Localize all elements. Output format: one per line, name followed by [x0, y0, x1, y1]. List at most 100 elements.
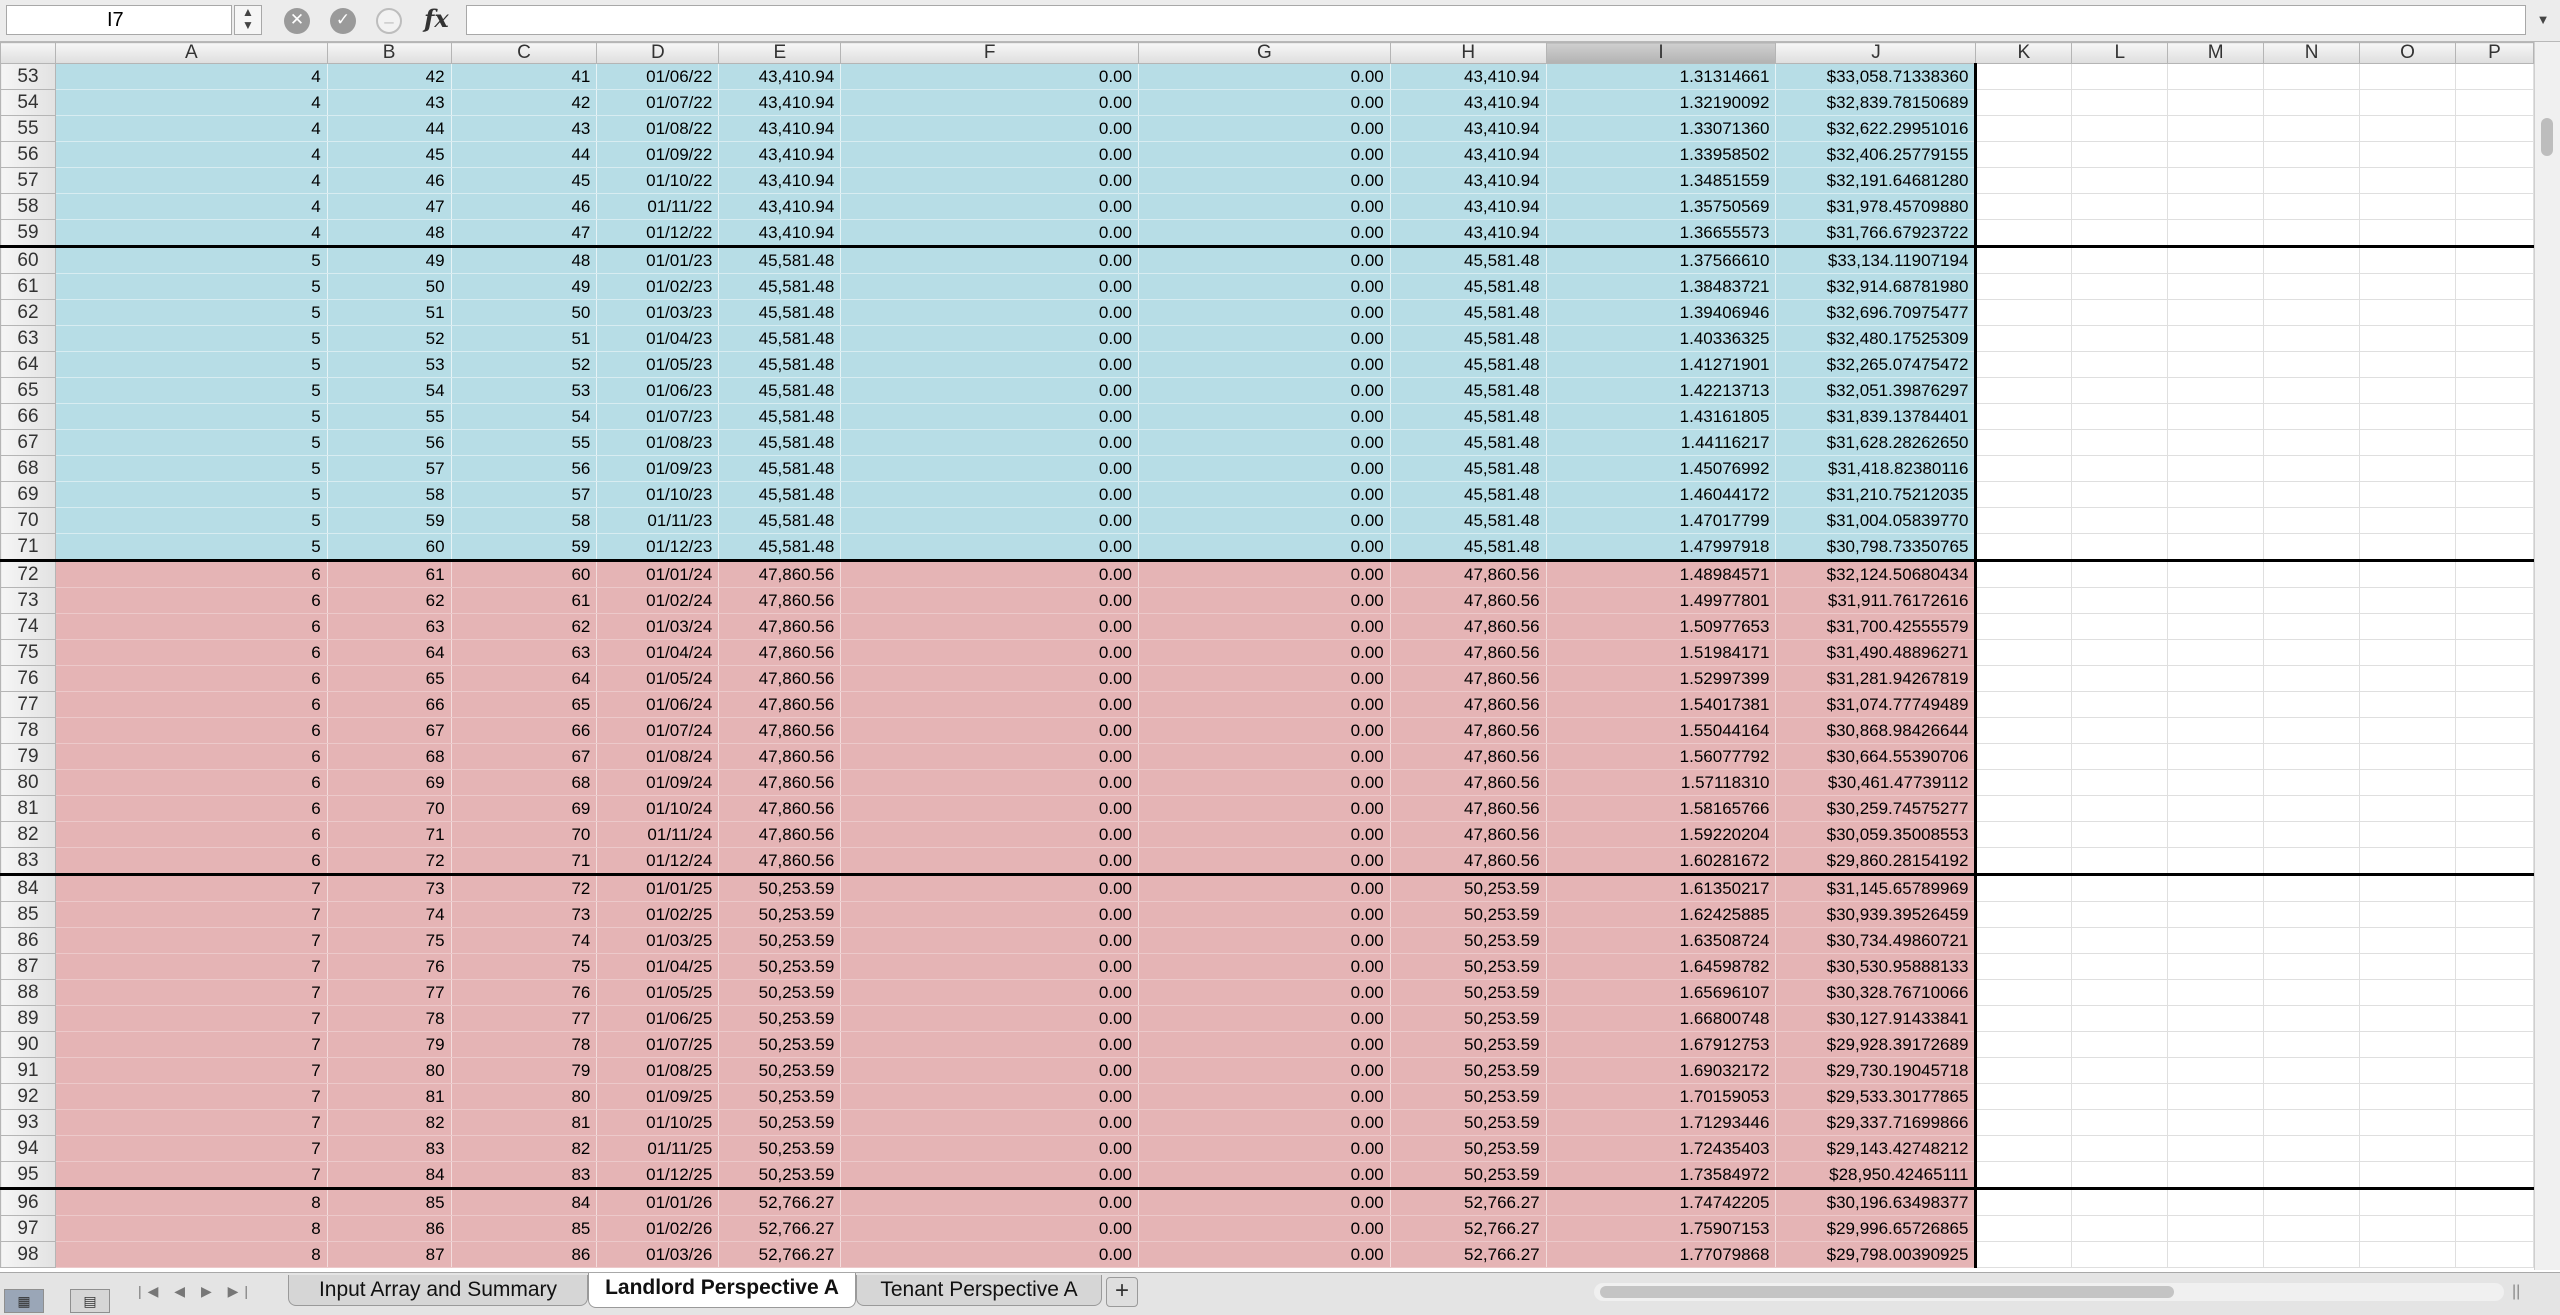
cell-e[interactable]: 43,410.94 [718, 193, 842, 220]
cell-g[interactable]: 0.00 [1138, 953, 1391, 980]
cell-o[interactable] [2359, 769, 2456, 796]
cell-m[interactable] [2167, 167, 2265, 194]
name-box-stepper[interactable]: ▲ ▼ [234, 5, 262, 35]
cell-h[interactable]: 45,581.48 [1390, 507, 1547, 534]
cell-m[interactable] [2167, 1241, 2265, 1268]
cell-a[interactable]: 7 [55, 1161, 328, 1189]
cell-n[interactable] [2263, 1161, 2361, 1189]
cell-l[interactable] [2071, 141, 2169, 168]
cell-a[interactable]: 6 [55, 717, 328, 744]
cell-a[interactable]: 7 [55, 1083, 328, 1110]
page-layout-view-button[interactable]: ▤ [70, 1289, 110, 1313]
cell-b[interactable]: 68 [327, 743, 452, 770]
cell-g[interactable]: 0.00 [1138, 587, 1391, 614]
cancel-icon[interactable]: ✕ [284, 8, 310, 34]
cell-n[interactable] [2263, 691, 2361, 718]
cell-c[interactable]: 46 [451, 193, 598, 220]
row-header[interactable]: 75 [0, 639, 56, 666]
cell-b[interactable]: 76 [327, 953, 452, 980]
cell-m[interactable] [2167, 273, 2265, 300]
row-header[interactable]: 74 [0, 613, 56, 640]
cell-l[interactable] [2071, 325, 2169, 352]
cell-i[interactable]: 1.44116217 [1546, 429, 1777, 456]
cell-k[interactable] [1975, 927, 2073, 954]
cell-a[interactable]: 7 [55, 901, 328, 928]
cell-o[interactable] [2359, 927, 2456, 954]
cell-f[interactable]: 0.00 [840, 979, 1139, 1006]
cell-p[interactable] [2455, 1083, 2535, 1110]
cell-i[interactable]: 1.36655573 [1546, 219, 1777, 247]
cell-h[interactable]: 50,253.59 [1390, 1057, 1547, 1084]
cell-h[interactable]: 47,860.56 [1390, 665, 1547, 692]
cell-m[interactable] [2167, 795, 2265, 822]
row-header[interactable]: 87 [0, 953, 56, 980]
cell-b[interactable]: 67 [327, 717, 452, 744]
cell-a[interactable]: 6 [55, 769, 328, 796]
cell-g[interactable]: 0.00 [1138, 403, 1391, 430]
cell-d[interactable]: 01/05/25 [596, 979, 720, 1006]
cell-b[interactable]: 44 [327, 115, 452, 142]
cell-b[interactable]: 70 [327, 795, 452, 822]
cell-f[interactable]: 0.00 [840, 1161, 1139, 1189]
cell-j[interactable]: $31,628.28262650 [1775, 429, 1978, 456]
cell-a[interactable]: 4 [55, 89, 328, 116]
name-box[interactable]: I7 [6, 5, 232, 35]
cell-b[interactable]: 66 [327, 691, 452, 718]
cell-p[interactable] [2455, 1135, 2535, 1162]
cell-n[interactable] [2263, 953, 2361, 980]
row-header[interactable]: 81 [0, 795, 56, 822]
cell-k[interactable] [1975, 219, 2073, 247]
cell-m[interactable] [2167, 1161, 2265, 1189]
cell-c[interactable]: 50 [451, 299, 598, 326]
cell-a[interactable]: 4 [55, 167, 328, 194]
cell-i[interactable]: 1.46044172 [1546, 481, 1777, 508]
cell-d[interactable]: 01/01/23 [596, 245, 720, 274]
row-header[interactable]: 73 [0, 587, 56, 614]
cell-o[interactable] [2359, 1083, 2456, 1110]
cell-b[interactable]: 77 [327, 979, 452, 1006]
cell-a[interactable]: 5 [55, 377, 328, 404]
cell-j[interactable]: $30,530.95888133 [1775, 953, 1978, 980]
cell-c[interactable]: 43 [451, 115, 598, 142]
row-header[interactable]: 77 [0, 691, 56, 718]
cell-o[interactable] [2359, 587, 2456, 614]
cell-p[interactable] [2455, 1241, 2535, 1268]
cell-n[interactable] [2263, 193, 2361, 220]
cell-l[interactable] [2071, 717, 2169, 744]
cell-p[interactable] [2455, 115, 2535, 142]
cell-m[interactable] [2167, 403, 2265, 430]
row-header[interactable]: 93 [0, 1109, 56, 1136]
cell-h[interactable]: 47,860.56 [1390, 717, 1547, 744]
cell-b[interactable]: 87 [327, 1241, 452, 1268]
cell-b[interactable]: 73 [327, 873, 452, 902]
cell-l[interactable] [2071, 587, 2169, 614]
cell-f[interactable]: 0.00 [840, 1031, 1139, 1058]
cell-m[interactable] [2167, 1005, 2265, 1032]
cell-j[interactable]: $32,406.25779155 [1775, 141, 1978, 168]
cell-j[interactable]: $30,127.91433841 [1775, 1005, 1978, 1032]
cell-b[interactable]: 49 [327, 245, 452, 274]
cell-n[interactable] [2263, 1135, 2361, 1162]
cell-a[interactable]: 6 [55, 665, 328, 692]
cell-k[interactable] [1975, 115, 2073, 142]
cell-l[interactable] [2071, 245, 2169, 274]
row-header[interactable]: 61 [0, 273, 56, 300]
row-header[interactable]: 79 [0, 743, 56, 770]
cell-g[interactable]: 0.00 [1138, 717, 1391, 744]
cell-h[interactable]: 47,860.56 [1390, 613, 1547, 640]
cell-g[interactable]: 0.00 [1138, 455, 1391, 482]
cell-d[interactable]: 01/02/24 [596, 587, 720, 614]
cell-b[interactable]: 75 [327, 927, 452, 954]
cell-e[interactable]: 45,581.48 [718, 245, 842, 274]
cell-j[interactable]: $31,281.94267819 [1775, 665, 1978, 692]
cell-g[interactable]: 0.00 [1138, 429, 1391, 456]
cell-g[interactable]: 0.00 [1138, 691, 1391, 718]
column-header-g[interactable]: G [1137, 42, 1391, 64]
cell-d[interactable]: 01/09/23 [596, 455, 720, 482]
cell-e[interactable]: 47,860.56 [718, 639, 842, 666]
cell-i[interactable]: 1.75907153 [1546, 1215, 1777, 1242]
cell-d[interactable]: 01/08/22 [596, 115, 720, 142]
cell-o[interactable] [2359, 193, 2456, 220]
cell-n[interactable] [2263, 1005, 2361, 1032]
cell-i[interactable]: 1.62425885 [1546, 901, 1777, 928]
